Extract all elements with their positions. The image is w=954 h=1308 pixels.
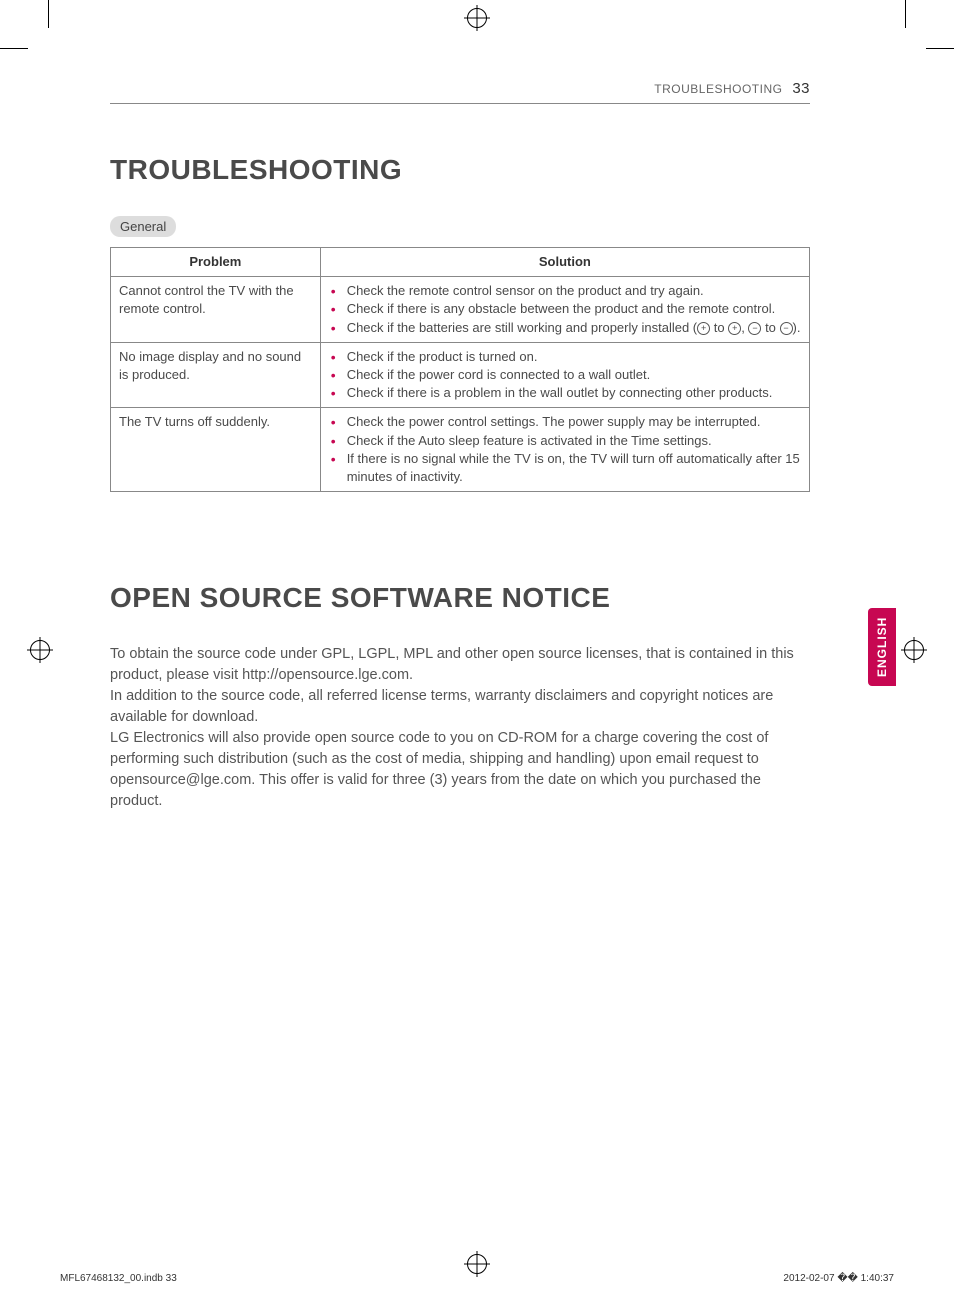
problem-cell: Cannot control the TV with the remote co… [111,277,321,343]
registration-mark-icon [30,640,50,660]
table-row: Cannot control the TV with the remote co… [111,277,810,343]
notice-body: To obtain the source code under GPL, LGP… [110,644,810,812]
table-row: The TV turns off suddenly. Check the pow… [111,408,810,492]
solution-item: Check if the Auto sleep feature is activ… [343,432,801,450]
notice-paragraph: In addition to the source code, all refe… [110,688,773,725]
solution-item: Check if there is any obstacle between t… [343,300,801,318]
registration-mark-icon [467,8,487,28]
notice-paragraph: LG Electronics will also provide open so… [110,730,768,809]
troubleshooting-table: Problem Solution Cannot control the TV w… [110,247,810,492]
crop-mark [926,48,954,49]
solution-item: Check if there is a problem in the wall … [343,384,801,402]
solution-item: Check the power control settings. The po… [343,413,801,431]
plus-icon: + [728,322,741,335]
solution-cell: Check if the product is turned on. Check… [320,342,809,408]
col-header-problem: Problem [111,248,321,277]
heading-troubleshooting: TROUBLESHOOTING [110,154,810,186]
language-tab: ENGLISH [868,608,896,686]
table-row: No image display and no sound is produce… [111,342,810,408]
page-number: 33 [792,80,810,97]
problem-cell: No image display and no sound is produce… [111,342,321,408]
header-section: TROUBLESHOOTING [654,82,782,96]
plus-icon: + [697,322,710,335]
problem-cell: The TV turns off suddenly. [111,408,321,492]
minus-icon: − [748,322,761,335]
solution-item: Check the remote control sensor on the p… [343,282,801,300]
print-footer: MFL67468132_00.indb 33 2012-02-07 �� 1:4… [60,1273,894,1284]
registration-mark-icon [467,1254,487,1274]
footer-timestamp: 2012-02-07 �� 1:40:37 [783,1273,894,1284]
notice-paragraph: To obtain the source code under GPL, LGP… [110,646,794,683]
category-tag: General [110,216,176,237]
solution-cell: Check the remote control sensor on the p… [320,277,809,343]
solution-item: Check if the product is turned on. [343,348,801,366]
heading-open-source: OPEN SOURCE SOFTWARE NOTICE [110,582,810,614]
col-header-solution: Solution [320,248,809,277]
footer-file: MFL67468132_00.indb 33 [60,1273,177,1284]
running-header: TROUBLESHOOTING 33 [110,80,810,104]
solution-item: Check if the power cord is connected to … [343,366,801,384]
page-content: TROUBLESHOOTING 33 TROUBLESHOOTING Gener… [110,80,810,812]
solution-item: Check if the batteries are still working… [343,319,801,337]
solution-item: If there is no signal while the TV is on… [343,450,801,486]
solution-cell: Check the power control settings. The po… [320,408,809,492]
crop-mark [0,48,28,49]
minus-icon: − [780,322,793,335]
registration-mark-icon [904,640,924,660]
